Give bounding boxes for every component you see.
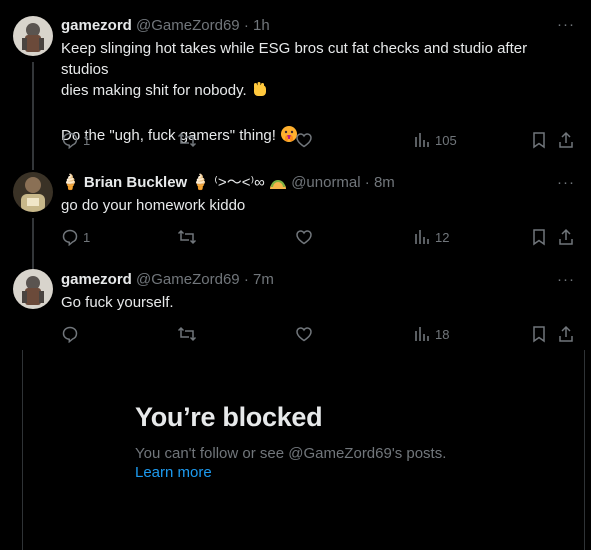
thread-line [32, 62, 34, 170]
retweet-button[interactable] [177, 324, 197, 344]
display-name[interactable]: gamezord [61, 271, 132, 288]
retweet-button[interactable] [177, 130, 197, 150]
display-name[interactable]: Brian Bucklew [84, 174, 187, 191]
retweet-icon [177, 132, 197, 148]
blocked-title: You’re blocked [135, 402, 323, 432]
name-emoji-suffix: 🍦 ⁽>～<⁾∞ [191, 174, 265, 191]
more-icon[interactable]: ··· [557, 174, 575, 191]
avatar[interactable] [13, 172, 53, 212]
tweet-text: go do your homework kiddo [61, 197, 246, 214]
reply-button[interactable]: 1 [61, 227, 90, 247]
reply-count: 1 [83, 132, 91, 148]
more-icon[interactable]: ··· [557, 16, 575, 33]
ice-cream-emoji-icon: 🍦 [61, 174, 80, 191]
handle[interactable]: @GameZord69 [136, 271, 240, 288]
share-icon [559, 228, 573, 245]
timestamp[interactable]: · 7m [244, 271, 274, 288]
blocked-description: You can't follow or see @GameZord69's po… [135, 444, 475, 482]
reply-button[interactable]: 1 [61, 130, 90, 150]
tweet-text: Go fuck yourself. [61, 294, 174, 311]
bookmark-button[interactable] [531, 130, 547, 150]
views-button[interactable]: 18 [413, 324, 449, 344]
tweet-header: 🍦 Brian Bucklew 🍦 ⁽>～<⁾∞ @unormal · 8m [61, 174, 395, 192]
reply-count: 1 [83, 229, 91, 245]
reply-icon [62, 326, 78, 343]
like-icon [296, 230, 312, 245]
tweet-text-line: Keep slinging hot takes while ESG bros c… [61, 40, 528, 78]
handle[interactable]: @unormal [291, 174, 360, 191]
tweet-actions: 18 [61, 324, 577, 344]
tweet-actions: 1 12 [61, 227, 577, 247]
retweet-icon [177, 326, 197, 342]
reply-button[interactable] [61, 324, 83, 344]
views-icon [415, 327, 429, 341]
tweet-3[interactable]: gamezord @GameZord69 · 7m ··· Go fuck yo… [0, 269, 591, 349]
share-button[interactable] [557, 227, 575, 247]
display-name[interactable]: gamezord [61, 17, 132, 34]
bookmark-icon [533, 229, 545, 246]
reply-icon [62, 132, 78, 149]
handle[interactable]: @GameZord69 [136, 17, 240, 34]
like-icon [296, 327, 312, 342]
tweet-header: gamezord @GameZord69 · 1h [61, 17, 270, 35]
thread-line [32, 218, 34, 272]
share-icon [559, 325, 573, 342]
tweet-header: gamezord @GameZord69 · 7m [61, 271, 274, 289]
tweet-text-line: dies making shit for nobody. [61, 80, 575, 104]
taco-emoji-icon [269, 176, 287, 195]
tweet-actions: 1 105 [61, 130, 577, 150]
retweet-button[interactable] [177, 227, 197, 247]
view-count: 105 [435, 132, 457, 148]
reply-icon [62, 229, 78, 246]
avatar[interactable] [13, 269, 53, 309]
timestamp[interactable]: · 8m [365, 174, 395, 191]
views-button[interactable]: 105 [413, 130, 457, 150]
views-icon [415, 133, 429, 147]
views-icon [415, 230, 429, 244]
raised-fist-emoji-icon [251, 80, 269, 104]
like-icon [296, 133, 312, 148]
bookmark-button[interactable] [531, 227, 547, 247]
like-button[interactable] [295, 130, 313, 150]
views-button[interactable]: 12 [413, 227, 449, 247]
avatar[interactable] [13, 16, 53, 56]
more-icon[interactable]: ··· [557, 271, 575, 288]
share-icon [559, 131, 573, 148]
share-button[interactable] [557, 324, 575, 344]
blocked-description-text: You can't follow or see @GameZord69's po… [135, 445, 447, 462]
bookmark-icon [533, 132, 545, 149]
bookmark-button[interactable] [531, 324, 547, 344]
timestamp[interactable]: · 1h [244, 17, 270, 34]
like-button[interactable] [295, 324, 313, 344]
retweet-icon [177, 229, 197, 245]
tweet-2[interactable]: 🍦 Brian Bucklew 🍦 ⁽>～<⁾∞ @unormal · 8m ·… [0, 172, 591, 272]
view-count: 12 [435, 229, 450, 245]
tweet-1[interactable]: gamezord @GameZord69 · 1h ··· Keep sling… [0, 16, 591, 170]
share-button[interactable] [557, 130, 575, 150]
bookmark-icon [533, 326, 545, 343]
view-count: 18 [435, 326, 450, 342]
learn-more-link[interactable]: Learn more [135, 464, 212, 481]
like-button[interactable] [295, 227, 313, 247]
